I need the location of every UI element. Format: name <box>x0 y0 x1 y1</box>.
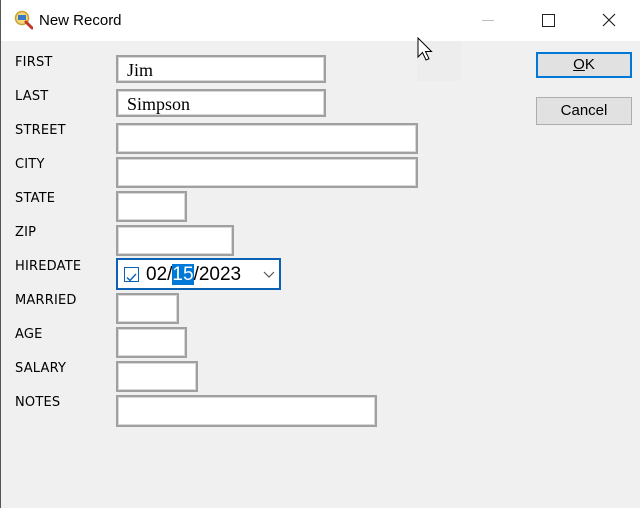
label-state: STATE <box>15 191 56 206</box>
label-salary: SALARY <box>15 361 67 376</box>
hiredate-picker[interactable]: 02/15/2023 <box>116 258 281 290</box>
hiredate-day-selected[interactable]: 15 <box>172 264 194 285</box>
window-title: New Record <box>39 12 122 29</box>
checkmark-icon <box>126 273 137 282</box>
label-first: FIRST <box>15 55 53 70</box>
label-last: LAST <box>15 89 49 104</box>
title-bar[interactable]: New Record <box>1 0 640 41</box>
married-input[interactable] <box>116 293 179 324</box>
age-input[interactable] <box>116 327 187 358</box>
label-hiredate: HIREDATE <box>15 259 82 274</box>
ok-button[interactable]: OK <box>536 52 632 78</box>
close-icon <box>602 13 616 27</box>
maximize-button[interactable] <box>525 0 571 41</box>
new-record-dialog: New Record FIRST LAST STREET CITY STATE … <box>0 0 640 508</box>
zip-input[interactable] <box>116 225 234 256</box>
notes-input[interactable] <box>116 395 377 427</box>
street-input[interactable] <box>116 123 418 154</box>
label-zip: ZIP <box>15 225 37 240</box>
label-age: AGE <box>15 327 43 342</box>
label-notes: NOTES <box>15 395 61 410</box>
cancel-button[interactable]: Cancel <box>536 97 632 125</box>
maximize-icon <box>542 14 555 27</box>
close-button[interactable] <box>585 0 631 41</box>
mouse-cursor-icon <box>417 37 433 61</box>
state-input[interactable] <box>116 191 187 222</box>
ok-label: K <box>584 56 595 73</box>
hiredate-checkbox[interactable] <box>124 267 139 282</box>
minimize-button[interactable] <box>465 0 511 41</box>
chevron-down-icon[interactable] <box>262 268 276 280</box>
first-name-input[interactable]: Jim <box>116 55 326 83</box>
label-city: CITY <box>15 157 45 172</box>
label-married: MARRIED <box>15 293 77 308</box>
hiredate-year[interactable]: 2023 <box>199 264 241 285</box>
minimize-icon <box>482 20 494 21</box>
last-name-input[interactable]: Simpson <box>116 89 326 117</box>
hiredate-month[interactable]: 02 <box>146 264 167 285</box>
database-search-icon <box>14 10 33 30</box>
ok-mnemonic: O <box>573 56 585 73</box>
city-input[interactable] <box>116 157 418 188</box>
label-street: STREET <box>15 123 66 138</box>
salary-input[interactable] <box>116 361 198 392</box>
hiredate-value[interactable]: 02/15/2023 <box>146 264 241 286</box>
